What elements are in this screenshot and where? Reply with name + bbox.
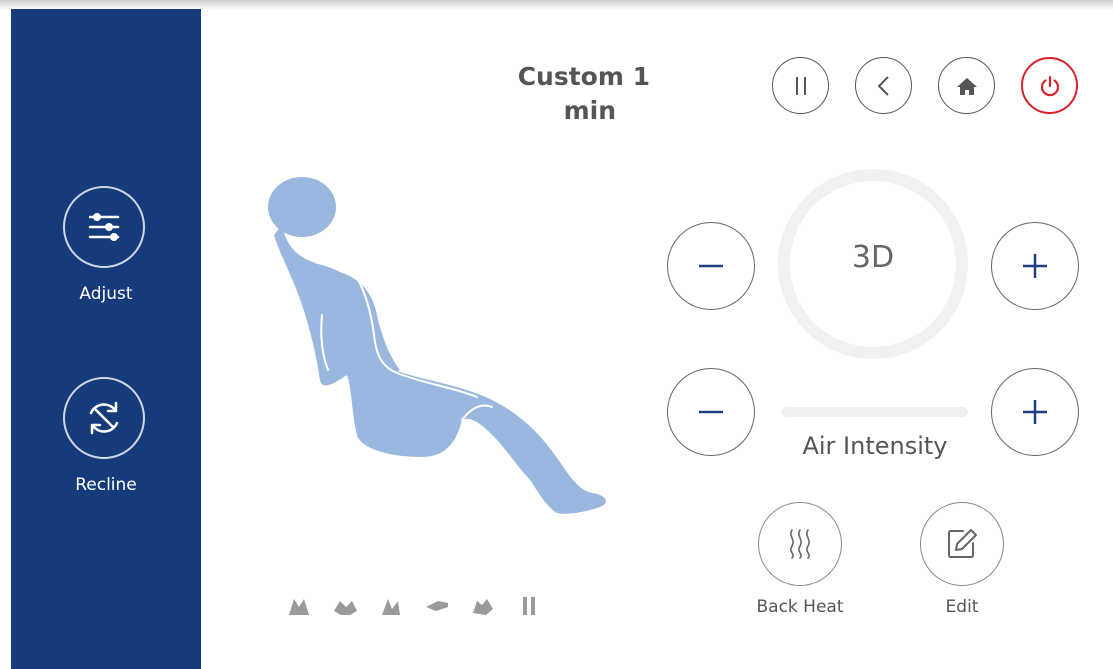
recline-icon — [89, 401, 119, 435]
pause-icon — [795, 76, 806, 95]
leg-zone-icon — [523, 597, 535, 615]
pause-button[interactable] — [772, 57, 829, 114]
adjust-button[interactable] — [63, 186, 145, 268]
home-button[interactable] — [938, 57, 995, 114]
program-time-unit: min — [563, 96, 616, 125]
massage-chair-screen: Adjust Recline Custom 1 min 3D Air Inten… — [0, 0, 1113, 669]
back-heat-button[interactable] — [758, 502, 842, 586]
minus-icon — [699, 410, 723, 414]
heat-waves-icon — [790, 529, 810, 559]
back-button[interactable] — [855, 57, 912, 114]
back-zone-icon — [382, 599, 400, 615]
3d-intensity-decrease-button[interactable] — [667, 222, 755, 310]
plus-icon — [1023, 400, 1047, 424]
shoulder-zone-icon — [334, 601, 357, 615]
3d-intensity-increase-button[interactable] — [991, 222, 1079, 310]
adjust-label: Adjust — [79, 284, 133, 304]
power-icon — [1040, 75, 1059, 96]
edit-icon — [948, 529, 977, 558]
minus-icon — [699, 264, 723, 268]
home-icon — [956, 77, 977, 95]
plus-icon — [1023, 254, 1047, 278]
air-intensity-bar — [782, 407, 968, 417]
neck-zone-icon — [289, 599, 309, 615]
recline-button[interactable] — [63, 377, 145, 459]
chevron-left-icon — [877, 75, 889, 96]
back-heat-label: Back Heat — [756, 597, 844, 617]
air-intensity-increase-button[interactable] — [991, 368, 1079, 456]
air-intensity-decrease-button[interactable] — [667, 368, 755, 456]
sidebar: Adjust Recline — [11, 9, 201, 669]
program-name: Custom 1 — [517, 62, 650, 91]
edit-label: Edit — [945, 597, 979, 617]
recline-label: Recline — [75, 475, 137, 495]
program-title: Custom 1 min — [470, 60, 650, 128]
massage-zone-indicators — [286, 593, 586, 619]
3d-intensity-label: 3D — [851, 240, 895, 275]
arm-zone-icon — [473, 599, 493, 615]
waist-zone-icon — [426, 601, 448, 611]
edit-button[interactable] — [920, 502, 1004, 586]
sliders-icon — [88, 213, 120, 241]
power-button[interactable] — [1021, 57, 1078, 114]
air-intensity-label: Air Intensity — [802, 432, 948, 460]
body-figure-image — [268, 177, 606, 514]
